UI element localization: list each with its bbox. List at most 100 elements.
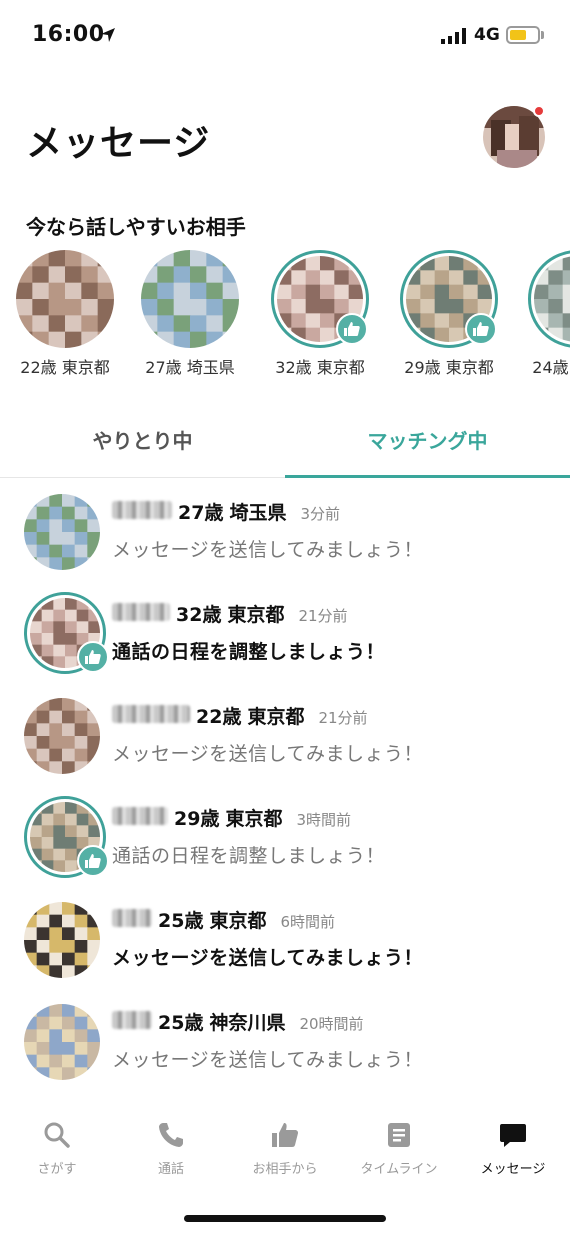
location-arrow-icon (101, 28, 115, 42)
message-header: 25歳 神奈川県 20時間前 (112, 1008, 364, 1035)
message-avatar[interactable] (24, 902, 100, 978)
nav-label: さがす (37, 1162, 77, 1177)
message-preview: メッセージを送信してみましょう！ (112, 1049, 424, 1071)
featured-person-label: 29歳 東京都 (404, 358, 494, 377)
signal-icon (441, 28, 466, 44)
nav-item-timeline[interactable]: タイムライン (342, 1120, 456, 1177)
nav-label: メッセージ (480, 1162, 546, 1177)
featured-person[interactable]: 32歳 東京都 (260, 250, 380, 378)
message-avatar[interactable] (24, 494, 100, 570)
message-avatar[interactable] (24, 796, 109, 878)
blurred-name (112, 501, 172, 519)
message-row[interactable]: 25歳 神奈川県 20時間前メッセージを送信してみましょう！ (0, 990, 570, 1092)
avatar-photo (24, 698, 100, 774)
message-preview: 通話の日程を調整しましょう！ (112, 641, 386, 663)
tab-matching[interactable]: マッチング中 (285, 400, 570, 478)
message-row[interactable]: 32歳 東京都 21分前通話の日程を調整しましょう！ (0, 582, 570, 684)
notification-dot (533, 105, 545, 117)
featured-section-title: 今なら話しやすいお相手 (26, 215, 246, 239)
message-age: 29歳 (174, 808, 220, 830)
avatar-photo (141, 250, 239, 348)
message-row[interactable]: 22歳 東京都 21分前メッセージを送信してみましょう！ (0, 684, 570, 786)
search-icon (44, 1122, 70, 1148)
thumbs-up-badge-icon (77, 641, 109, 673)
message-row[interactable]: 29歳 東京都 3時間前通話の日程を調整しましょう！ (0, 786, 570, 888)
message-header: 22歳 東京都 21分前 (112, 702, 368, 729)
chat-bubble-icon (500, 1124, 526, 1147)
thumbs-up-badge-icon (77, 845, 109, 877)
message-age: 27歳 (178, 502, 224, 524)
active-tab-indicator (285, 475, 570, 478)
nav-item-thumbs-up[interactable]: お相手から (228, 1120, 342, 1177)
featured-avatar (528, 250, 570, 348)
message-time: 6時間前 (280, 913, 336, 931)
message-avatar[interactable] (24, 1004, 100, 1080)
blurred-name (112, 807, 168, 825)
battery-icon (506, 26, 540, 44)
featured-person-label: 24歳 東京都 (532, 358, 570, 377)
featured-carousel[interactable]: 22歳 東京都 27歳 埼玉県 32歳 東京都 29歳 東京都 24歳 東京都 (0, 250, 570, 380)
thumbs-up-icon (272, 1123, 299, 1147)
blurred-name (112, 1011, 152, 1029)
nav-label: お相手から (252, 1162, 318, 1177)
page-title: メッセージ (26, 123, 211, 164)
message-row[interactable]: 25歳 東京都 6時間前 メッセージを送信してみましょう！ (0, 888, 570, 990)
home-indicator (184, 1215, 386, 1222)
message-tabs: やりとり中 マッチング中 (0, 400, 570, 478)
message-time: 20時間前 (299, 1015, 364, 1033)
message-avatar[interactable] (24, 698, 100, 774)
message-preview: メッセージを送信してみましょう！ (112, 947, 424, 969)
avatar-photo (24, 902, 100, 978)
thumbs-up-badge-icon (465, 313, 497, 345)
message-preview: メッセージを送信してみましょう！ (112, 743, 424, 765)
message-time: 3時間前 (296, 811, 352, 829)
featured-person[interactable]: 27歳 埼玉県 (130, 250, 250, 378)
avatar-photo (24, 1004, 100, 1080)
message-avatar[interactable] (24, 592, 109, 674)
thumbs-up-badge-icon (336, 313, 368, 345)
featured-person[interactable]: 22歳 東京都 (5, 250, 125, 378)
message-prefecture: 東京都 (225, 808, 283, 830)
message-preview: メッセージを送信してみましょう！ (112, 539, 424, 561)
message-prefecture: 東京都 (247, 706, 305, 728)
timeline-icon (388, 1123, 410, 1147)
featured-person[interactable]: 24歳 東京都 (517, 250, 570, 378)
message-prefecture: 埼玉県 (229, 502, 287, 524)
message-row[interactable]: 27歳 埼玉県 3分前メッセージを送信してみましょう！ (0, 480, 570, 582)
avatar-photo (16, 250, 114, 348)
message-age: 25歳 (158, 1012, 204, 1034)
featured-avatar (400, 250, 498, 348)
message-prefecture: 神奈川県 (209, 1012, 286, 1034)
nav-item-chat-bubble[interactable]: メッセージ (456, 1120, 570, 1177)
status-time: 16:00 (32, 22, 105, 47)
tab-conversations[interactable]: やりとり中 (0, 400, 285, 478)
featured-avatar (16, 250, 114, 348)
nav-label: 通話 (157, 1162, 184, 1177)
message-preview: 通話の日程を調整しましょう！ (112, 845, 386, 867)
nav-item-phone[interactable]: 通話 (114, 1120, 228, 1177)
featured-person-label: 27歳 埼玉県 (145, 358, 235, 377)
featured-avatar (271, 250, 369, 348)
bottom-navigation: さがす 通話 お相手から タイムライン メッセージ (0, 1110, 570, 1190)
message-time: 21分前 (318, 709, 368, 727)
status-bar: 16:00 4G (0, 0, 570, 70)
featured-person-label: 32歳 東京都 (275, 358, 365, 377)
message-time: 21分前 (298, 607, 348, 625)
blurred-name (112, 603, 170, 621)
featured-person[interactable]: 29歳 東京都 (389, 250, 509, 378)
network-label: 4G (474, 25, 500, 45)
message-prefecture: 東京都 (209, 910, 267, 932)
message-header: 25歳 東京都 6時間前 (112, 906, 335, 933)
message-prefecture: 東京都 (227, 604, 285, 626)
featured-person-label: 22歳 東京都 (20, 358, 110, 377)
message-header: 27歳 埼玉県 3分前 (112, 498, 340, 525)
avatar-photo (24, 494, 100, 570)
message-header: 32歳 東京都 21分前 (112, 600, 348, 627)
blurred-name (112, 705, 190, 723)
message-age: 32歳 (176, 604, 222, 626)
message-age: 22歳 (196, 706, 242, 728)
message-header: 29歳 東京都 3時間前 (112, 804, 351, 831)
blurred-name (112, 909, 152, 927)
message-time: 3分前 (300, 505, 341, 523)
nav-item-search[interactable]: さがす (0, 1120, 114, 1177)
